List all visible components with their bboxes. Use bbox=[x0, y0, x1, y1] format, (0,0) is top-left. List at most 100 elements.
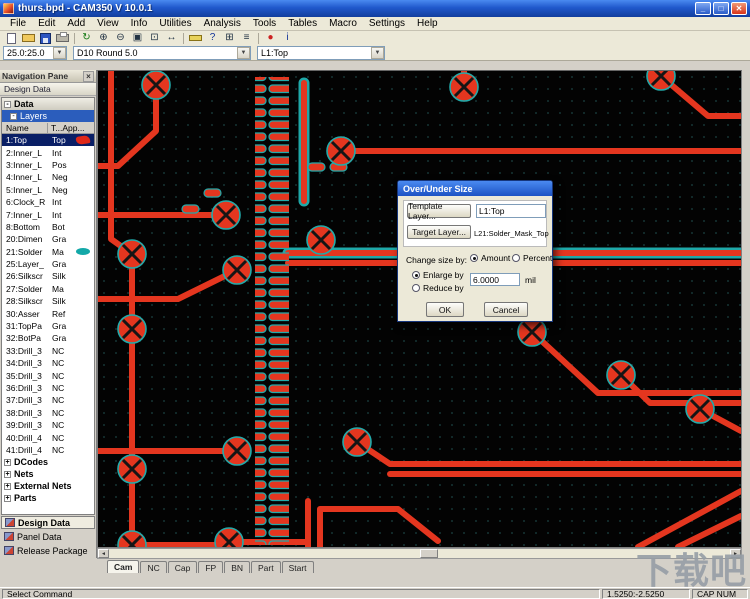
workspace-tab[interactable]: FP bbox=[198, 561, 223, 573]
menu-item[interactable]: Edit bbox=[32, 18, 61, 29]
layer-row[interactable]: 1:Top Top bbox=[2, 134, 94, 146]
layer-row[interactable]: 37:Drill_3 NC bbox=[2, 394, 94, 406]
query-icon[interactable]: ? bbox=[204, 32, 221, 45]
menu-item[interactable]: Info bbox=[125, 18, 154, 29]
template-layer-field[interactable] bbox=[476, 204, 546, 218]
layer-row[interactable]: 40:Drill_4 NC bbox=[2, 431, 94, 443]
grid-icon[interactable]: ⊞ bbox=[221, 32, 238, 45]
close-icon[interactable] bbox=[731, 2, 747, 15]
active-layer-select[interactable]: L1:Top bbox=[257, 46, 385, 60]
zoom-all-icon[interactable]: ⊡ bbox=[146, 32, 163, 45]
tree-group-row[interactable]: DCodes bbox=[2, 456, 94, 468]
menu-item[interactable]: Help bbox=[411, 18, 444, 29]
radio-icon[interactable] bbox=[512, 254, 520, 262]
open-file-icon[interactable] bbox=[20, 32, 37, 45]
expand-icon[interactable] bbox=[4, 459, 11, 466]
save-icon[interactable] bbox=[37, 32, 54, 45]
collapse-icon[interactable] bbox=[4, 101, 11, 108]
help-icon[interactable]: i bbox=[279, 32, 296, 45]
layer-row[interactable]: 21:Solder Ma bbox=[2, 246, 94, 258]
scrollbar-thumb[interactable] bbox=[420, 549, 438, 558]
layer-row[interactable]: 31:TopPa Gra bbox=[2, 320, 94, 332]
menu-item[interactable]: View bbox=[91, 18, 125, 29]
menu-item[interactable]: Analysis bbox=[198, 18, 247, 29]
reduce-radio[interactable]: Reduce by bbox=[412, 283, 464, 293]
print-icon[interactable] bbox=[54, 32, 71, 45]
layer-color-swatch[interactable] bbox=[76, 135, 91, 145]
enlarge-radio[interactable]: Enlarge by bbox=[412, 270, 464, 280]
dropdown-arrow-icon[interactable] bbox=[53, 47, 66, 59]
radio-icon[interactable] bbox=[470, 254, 478, 262]
layer-row[interactable]: 8:Bottom Bot bbox=[2, 221, 94, 233]
layer-row[interactable]: 28:Silkscr Silk bbox=[2, 295, 94, 307]
close-pane-icon[interactable] bbox=[83, 71, 94, 82]
new-file-icon[interactable] bbox=[3, 32, 20, 45]
layer-row[interactable]: 27:Solder Ma bbox=[2, 283, 94, 295]
expand-icon[interactable] bbox=[4, 483, 11, 490]
tree-group-row[interactable]: External Nets bbox=[2, 480, 94, 492]
zoom-window-icon[interactable]: ▣ bbox=[129, 32, 146, 45]
workspace-tab[interactable]: Start bbox=[282, 561, 314, 573]
tree-group-row[interactable]: Nets bbox=[2, 468, 94, 480]
menu-item[interactable]: Settings bbox=[363, 18, 411, 29]
layer-row[interactable]: 35:Drill_3 NC bbox=[2, 369, 94, 381]
size-amount-field[interactable] bbox=[470, 273, 520, 286]
layer-row[interactable]: 26:Silkscr Silk bbox=[2, 270, 94, 282]
layer-color-swatch[interactable] bbox=[76, 248, 90, 255]
layers-icon[interactable]: ≡ bbox=[238, 32, 255, 45]
layer-row[interactable]: 39:Drill_3 NC bbox=[2, 419, 94, 431]
layer-row[interactable]: 5:Inner_L Neg bbox=[2, 184, 94, 196]
nav-mode-item[interactable]: Panel Data bbox=[1, 530, 95, 543]
macro-record-icon[interactable]: ● bbox=[262, 32, 279, 45]
layer-row[interactable]: 30:Asser Ref bbox=[2, 307, 94, 319]
layer-row[interactable]: 38:Drill_3 NC bbox=[2, 407, 94, 419]
target-layer-button[interactable]: Target Layer... bbox=[407, 225, 471, 239]
layer-row[interactable]: 2:Inner_L Int bbox=[2, 146, 94, 158]
workspace-tab[interactable]: NC bbox=[140, 561, 166, 573]
tree-node-data[interactable]: Data bbox=[2, 98, 94, 110]
ok-button[interactable]: OK bbox=[426, 302, 464, 317]
minimize-icon[interactable] bbox=[695, 2, 711, 15]
menu-item[interactable]: Add bbox=[61, 18, 91, 29]
nav-mode-item[interactable]: Release Package bbox=[1, 544, 95, 557]
menu-item[interactable]: Utilities bbox=[153, 18, 197, 29]
layer-row[interactable]: 34:Drill_3 NC bbox=[2, 357, 94, 369]
amount-radio[interactable]: Amount bbox=[470, 253, 510, 263]
zoom-out-icon[interactable]: ⊖ bbox=[112, 32, 129, 45]
collapse-icon[interactable] bbox=[10, 113, 17, 120]
layer-row[interactable]: 3:Inner_L Pos bbox=[2, 159, 94, 171]
expand-icon[interactable] bbox=[4, 471, 11, 478]
dropdown-arrow-icon[interactable] bbox=[237, 47, 250, 59]
layer-row[interactable]: 4:Inner_L Neg bbox=[2, 171, 94, 183]
layer-row[interactable]: 41:Drill_4 NC bbox=[2, 444, 94, 456]
percent-radio[interactable]: Percent bbox=[512, 253, 552, 263]
pan-icon[interactable]: ↔ bbox=[163, 32, 180, 45]
layer-row[interactable]: 36:Drill_3 NC bbox=[2, 382, 94, 394]
workspace-tab[interactable]: Cam bbox=[107, 560, 139, 573]
workspace-tab[interactable]: Cap bbox=[168, 561, 198, 573]
zoom-in-icon[interactable]: ⊕ bbox=[95, 32, 112, 45]
layer-row[interactable]: 20:Dimen Gra bbox=[2, 233, 94, 245]
dcode-select[interactable]: D10 Round 5.0 bbox=[73, 46, 251, 60]
menu-item[interactable]: Tables bbox=[282, 18, 323, 29]
cancel-button[interactable]: Cancel bbox=[484, 302, 528, 317]
tree-node-layers[interactable]: Layers bbox=[2, 110, 94, 122]
layer-row[interactable]: 25:Layer_ Gra bbox=[2, 258, 94, 270]
menu-item[interactable]: Tools bbox=[247, 18, 282, 29]
grid-select[interactable]: 25.0:25.0 bbox=[3, 46, 67, 60]
radio-icon[interactable] bbox=[412, 271, 420, 279]
dialog-titlebar[interactable]: Over/Under Size bbox=[398, 181, 552, 196]
nav-mode-item[interactable]: Design Data bbox=[1, 516, 95, 529]
workspace-tab[interactable]: BN bbox=[224, 561, 250, 573]
layer-row[interactable]: 32:BotPa Gra bbox=[2, 332, 94, 344]
redraw-icon[interactable]: ↻ bbox=[78, 32, 95, 45]
maximize-icon[interactable] bbox=[713, 2, 729, 15]
menu-item[interactable]: Macro bbox=[323, 18, 363, 29]
layer-row[interactable]: 7:Inner_L Int bbox=[2, 208, 94, 220]
tree-group-row[interactable]: Parts bbox=[2, 492, 94, 504]
design-data-section-header[interactable]: Design Data bbox=[0, 83, 96, 96]
layer-row[interactable]: 33:Drill_3 NC bbox=[2, 345, 94, 357]
expand-icon[interactable] bbox=[4, 495, 11, 502]
template-layer-button[interactable]: Template Layer... bbox=[407, 204, 471, 218]
workspace-tab[interactable]: Part bbox=[251, 561, 281, 573]
